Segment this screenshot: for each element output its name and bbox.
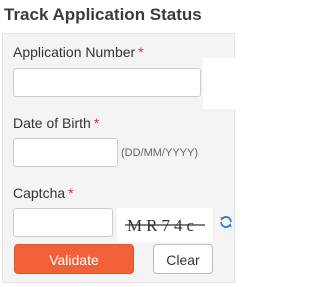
application-number-label: Application Number *: [13, 44, 144, 60]
captcha-image-graphic: MR74c: [125, 216, 205, 235]
required-mark: *: [138, 44, 144, 60]
application-number-input[interactable]: [13, 68, 201, 97]
track-status-form: Application Number * Date of Birth * (DD/M…: [2, 33, 235, 283]
clear-button[interactable]: Clear: [153, 244, 213, 274]
date-format-hint: (DD/MM/YYYY): [121, 147, 198, 159]
date-of-birth-label: Date of Birth *: [13, 115, 99, 131]
track-status-page: Track Application Status Application Num…: [0, 0, 240, 287]
refresh-icon: [220, 216, 232, 228]
captcha-label: Captcha *: [13, 185, 74, 201]
blank-panel: [203, 58, 235, 109]
required-mark: *: [68, 185, 74, 201]
application-number-label-text: Application Number: [13, 44, 136, 60]
captcha-input[interactable]: [13, 208, 113, 237]
required-mark: *: [93, 115, 100, 131]
date-of-birth-input[interactable]: [13, 138, 118, 167]
captcha-image: MR74c: [117, 208, 213, 242]
refresh-captcha-button[interactable]: [219, 215, 233, 229]
date-of-birth-label-text: Date of Birth: [13, 115, 91, 131]
page-title: Track Application Status: [4, 5, 202, 24]
validate-button[interactable]: Validate: [14, 244, 134, 274]
captcha-label-text: Captcha: [13, 185, 66, 201]
